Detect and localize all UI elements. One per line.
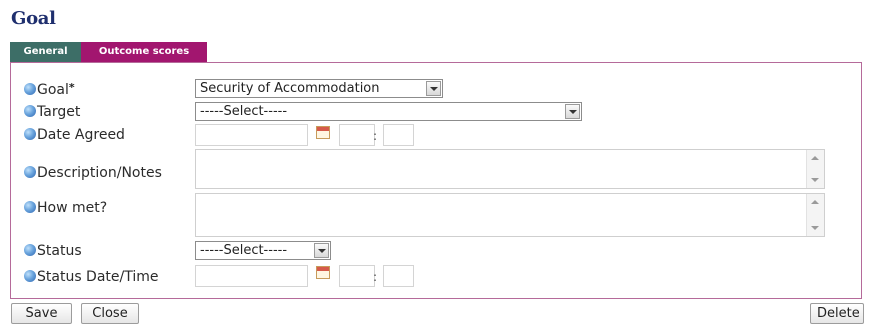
scroll-up-icon[interactable] — [811, 200, 819, 204]
chevron-down-icon[interactable] — [426, 81, 441, 96]
save-button[interactable]: Save — [11, 303, 72, 324]
delete-button[interactable]: Delete — [810, 303, 864, 324]
description-label-group: Description/Notes — [24, 164, 162, 182]
help-icon[interactable] — [24, 128, 36, 140]
calendar-icon[interactable] — [316, 126, 330, 139]
how-met-textarea[interactable] — [195, 193, 825, 237]
scroll-down-icon[interactable] — [811, 178, 819, 182]
status-select-value: -----Select----- — [200, 243, 288, 258]
target-label-group: Target — [24, 103, 80, 121]
tab-bar: General Outcome scores — [10, 42, 207, 62]
status-datetime-label: Status Date/Time — [37, 269, 159, 285]
description-scrollbar[interactable] — [806, 150, 824, 188]
help-icon[interactable] — [24, 270, 36, 282]
status-minute-input[interactable] — [383, 265, 414, 287]
goal-select-value: Security of Accommodation — [200, 81, 380, 96]
target-select-value: -----Select----- — [200, 104, 288, 119]
page-title: Goal — [11, 8, 56, 29]
required-marker: * — [68, 81, 75, 94]
target-label: Target — [37, 104, 81, 120]
tab-outcome-scores[interactable]: Outcome scores — [81, 42, 207, 62]
target-select[interactable]: -----Select----- — [195, 102, 582, 121]
date-agreed-input[interactable] — [195, 124, 308, 146]
status-label: Status — [37, 243, 82, 259]
help-icon[interactable] — [24, 201, 36, 213]
help-icon[interactable] — [24, 166, 36, 178]
status-datetime-label-group: Status Date/Time — [24, 268, 159, 286]
description-textarea[interactable] — [195, 149, 825, 189]
status-date-input[interactable] — [195, 265, 308, 287]
time-separator: : — [373, 129, 378, 143]
help-icon[interactable] — [24, 105, 36, 117]
date-agreed-label: Date Agreed — [37, 127, 125, 143]
status-hour-input[interactable] — [339, 265, 375, 287]
date-agreed-minute-input[interactable] — [383, 124, 414, 146]
goal-label-group: Goal* — [24, 79, 75, 98]
help-icon[interactable] — [24, 83, 36, 95]
date-agreed-label-group: Date Agreed — [24, 126, 125, 144]
date-agreed-hour-input[interactable] — [339, 124, 375, 146]
help-icon[interactable] — [24, 244, 36, 256]
tab-general[interactable]: General — [10, 42, 81, 62]
goal-label: Goal — [37, 82, 69, 98]
calendar-icon[interactable] — [316, 266, 330, 279]
status-select[interactable]: -----Select----- — [195, 241, 331, 260]
description-label: Description/Notes — [37, 165, 162, 181]
goal-form-panel: Goal* Security of Accommodation Target -… — [10, 62, 862, 299]
close-button[interactable]: Close — [81, 303, 139, 324]
how-met-scrollbar[interactable] — [806, 194, 824, 236]
how-met-label: How met? — [37, 200, 108, 216]
scroll-up-icon[interactable] — [811, 156, 819, 160]
scroll-down-icon[interactable] — [811, 226, 819, 230]
status-label-group: Status — [24, 242, 82, 260]
chevron-down-icon[interactable] — [565, 104, 580, 119]
time-separator: : — [373, 270, 378, 284]
how-met-label-group: How met? — [24, 199, 107, 217]
chevron-down-icon[interactable] — [314, 243, 329, 258]
goal-select[interactable]: Security of Accommodation — [195, 79, 443, 98]
